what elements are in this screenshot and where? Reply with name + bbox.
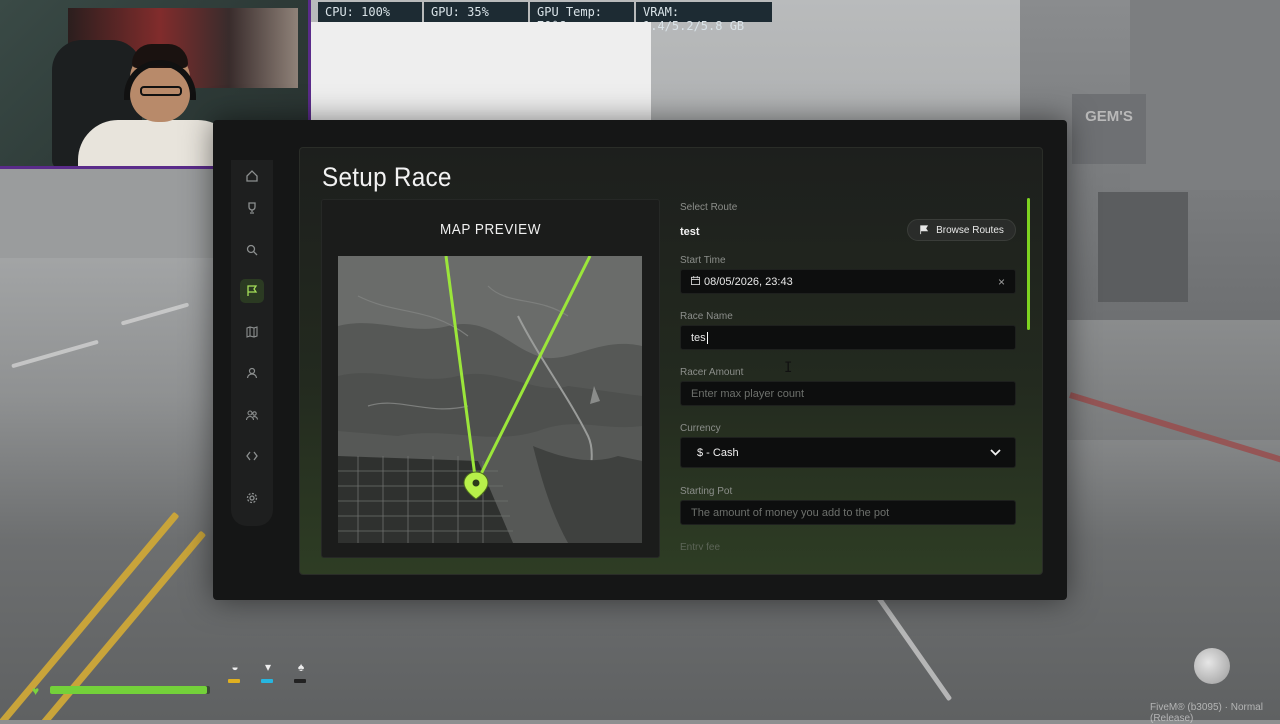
race-form: Select Route test Browse Routes Start Ti… bbox=[680, 192, 1020, 550]
browse-routes-label: Browse Routes bbox=[936, 224, 1004, 236]
users-icon[interactable] bbox=[240, 403, 264, 427]
starting-pot-input[interactable]: The amount of money you add to the pot bbox=[680, 500, 1016, 525]
entry-fee-label: Entry fee bbox=[680, 542, 721, 550]
racer-amount-placeholder: Enter max player count bbox=[691, 387, 805, 400]
heart-icon: ♥ bbox=[32, 684, 40, 698]
text-cursor-icon: I bbox=[784, 360, 793, 376]
text-caret bbox=[706, 331, 708, 344]
blank-panel bbox=[311, 22, 651, 120]
page-title: Setup Race bbox=[322, 162, 452, 192]
flag-icon bbox=[920, 225, 929, 235]
lane-marking bbox=[867, 583, 953, 702]
search-icon[interactable] bbox=[240, 238, 264, 262]
health-bar-fill bbox=[50, 686, 207, 694]
performance-overlay: CPU: 100% GPU: 35% GPU Temp: 70°C VRAM: … bbox=[318, 2, 772, 33]
select-route-label: Select Route bbox=[680, 202, 738, 213]
race-name-value: tes bbox=[691, 331, 706, 344]
racer-amount-label: Racer Amount bbox=[680, 367, 744, 378]
starting-pot-placeholder: The amount of money you add to the pot bbox=[691, 506, 890, 519]
shop-window bbox=[1098, 192, 1188, 302]
browse-routes-button[interactable]: Browse Routes bbox=[907, 219, 1016, 241]
race-name-label: Race Name bbox=[680, 311, 733, 322]
home-icon[interactable] bbox=[240, 164, 264, 188]
map-preview-title: MAP PREVIEW bbox=[440, 221, 541, 238]
vram-usage: VRAM: 1.4/5.2/5.8 GB bbox=[636, 2, 772, 33]
voice-indicator bbox=[1194, 648, 1230, 684]
gpu-temp: GPU Temp: 70°C bbox=[530, 2, 634, 33]
racer-amount-input[interactable]: Enter max player count bbox=[680, 381, 1016, 406]
cpu-usage: CPU: 100% bbox=[318, 2, 422, 22]
shop-sign: GEM'S bbox=[1072, 94, 1146, 164]
lungs-icon: ♠ bbox=[297, 660, 305, 674]
currency-label: Currency bbox=[680, 423, 721, 434]
drink-bar bbox=[261, 679, 273, 683]
stamina-bar bbox=[294, 679, 306, 683]
race-window: Setup Race MAP PREVIEW Select Route test… bbox=[213, 120, 1067, 600]
fivem-watermark: FiveM® (b3095) · Normal (Release) bbox=[1150, 702, 1263, 724]
form-scrollbar[interactable] bbox=[1027, 198, 1030, 330]
sidebar bbox=[231, 160, 273, 526]
clear-icon[interactable]: × bbox=[998, 275, 1005, 289]
setup-race-panel: Setup Race MAP PREVIEW Select Route test… bbox=[299, 147, 1043, 575]
race-name-input[interactable]: tes bbox=[680, 325, 1016, 350]
start-time-value: 08/05/2026, 23:43 bbox=[704, 275, 793, 288]
map-preview-card: MAP PREVIEW bbox=[321, 199, 660, 558]
building bbox=[0, 168, 215, 258]
flag-icon[interactable] bbox=[240, 279, 264, 303]
lane-marking bbox=[120, 302, 190, 326]
gear-icon[interactable] bbox=[240, 486, 264, 510]
trophy-icon[interactable] bbox=[240, 196, 264, 220]
currency-select[interactable]: $ - Cash bbox=[680, 437, 1016, 468]
food-bar bbox=[228, 679, 240, 683]
start-time-label: Start Time bbox=[680, 255, 726, 266]
building bbox=[1130, 0, 1280, 190]
user-icon[interactable] bbox=[240, 361, 264, 385]
drink-icon: ▾ bbox=[264, 660, 272, 674]
lane-marking bbox=[11, 339, 99, 369]
start-time-field[interactable]: 08/05/2026, 23:43 × bbox=[680, 269, 1016, 294]
health-bar bbox=[50, 686, 210, 694]
food-icon: ◒ bbox=[231, 660, 239, 674]
starting-pot-label: Starting Pot bbox=[680, 486, 733, 497]
map-preview-image[interactable] bbox=[338, 256, 642, 543]
code-icon[interactable] bbox=[240, 444, 264, 468]
calendar-icon bbox=[691, 275, 700, 288]
glasses bbox=[140, 86, 182, 96]
map-icon[interactable] bbox=[240, 320, 264, 344]
selected-route: test bbox=[680, 226, 700, 238]
gpu-usage: GPU: 35% bbox=[424, 2, 528, 22]
currency-value: $ - Cash bbox=[697, 446, 739, 459]
chevron-down-icon bbox=[990, 447, 1001, 459]
